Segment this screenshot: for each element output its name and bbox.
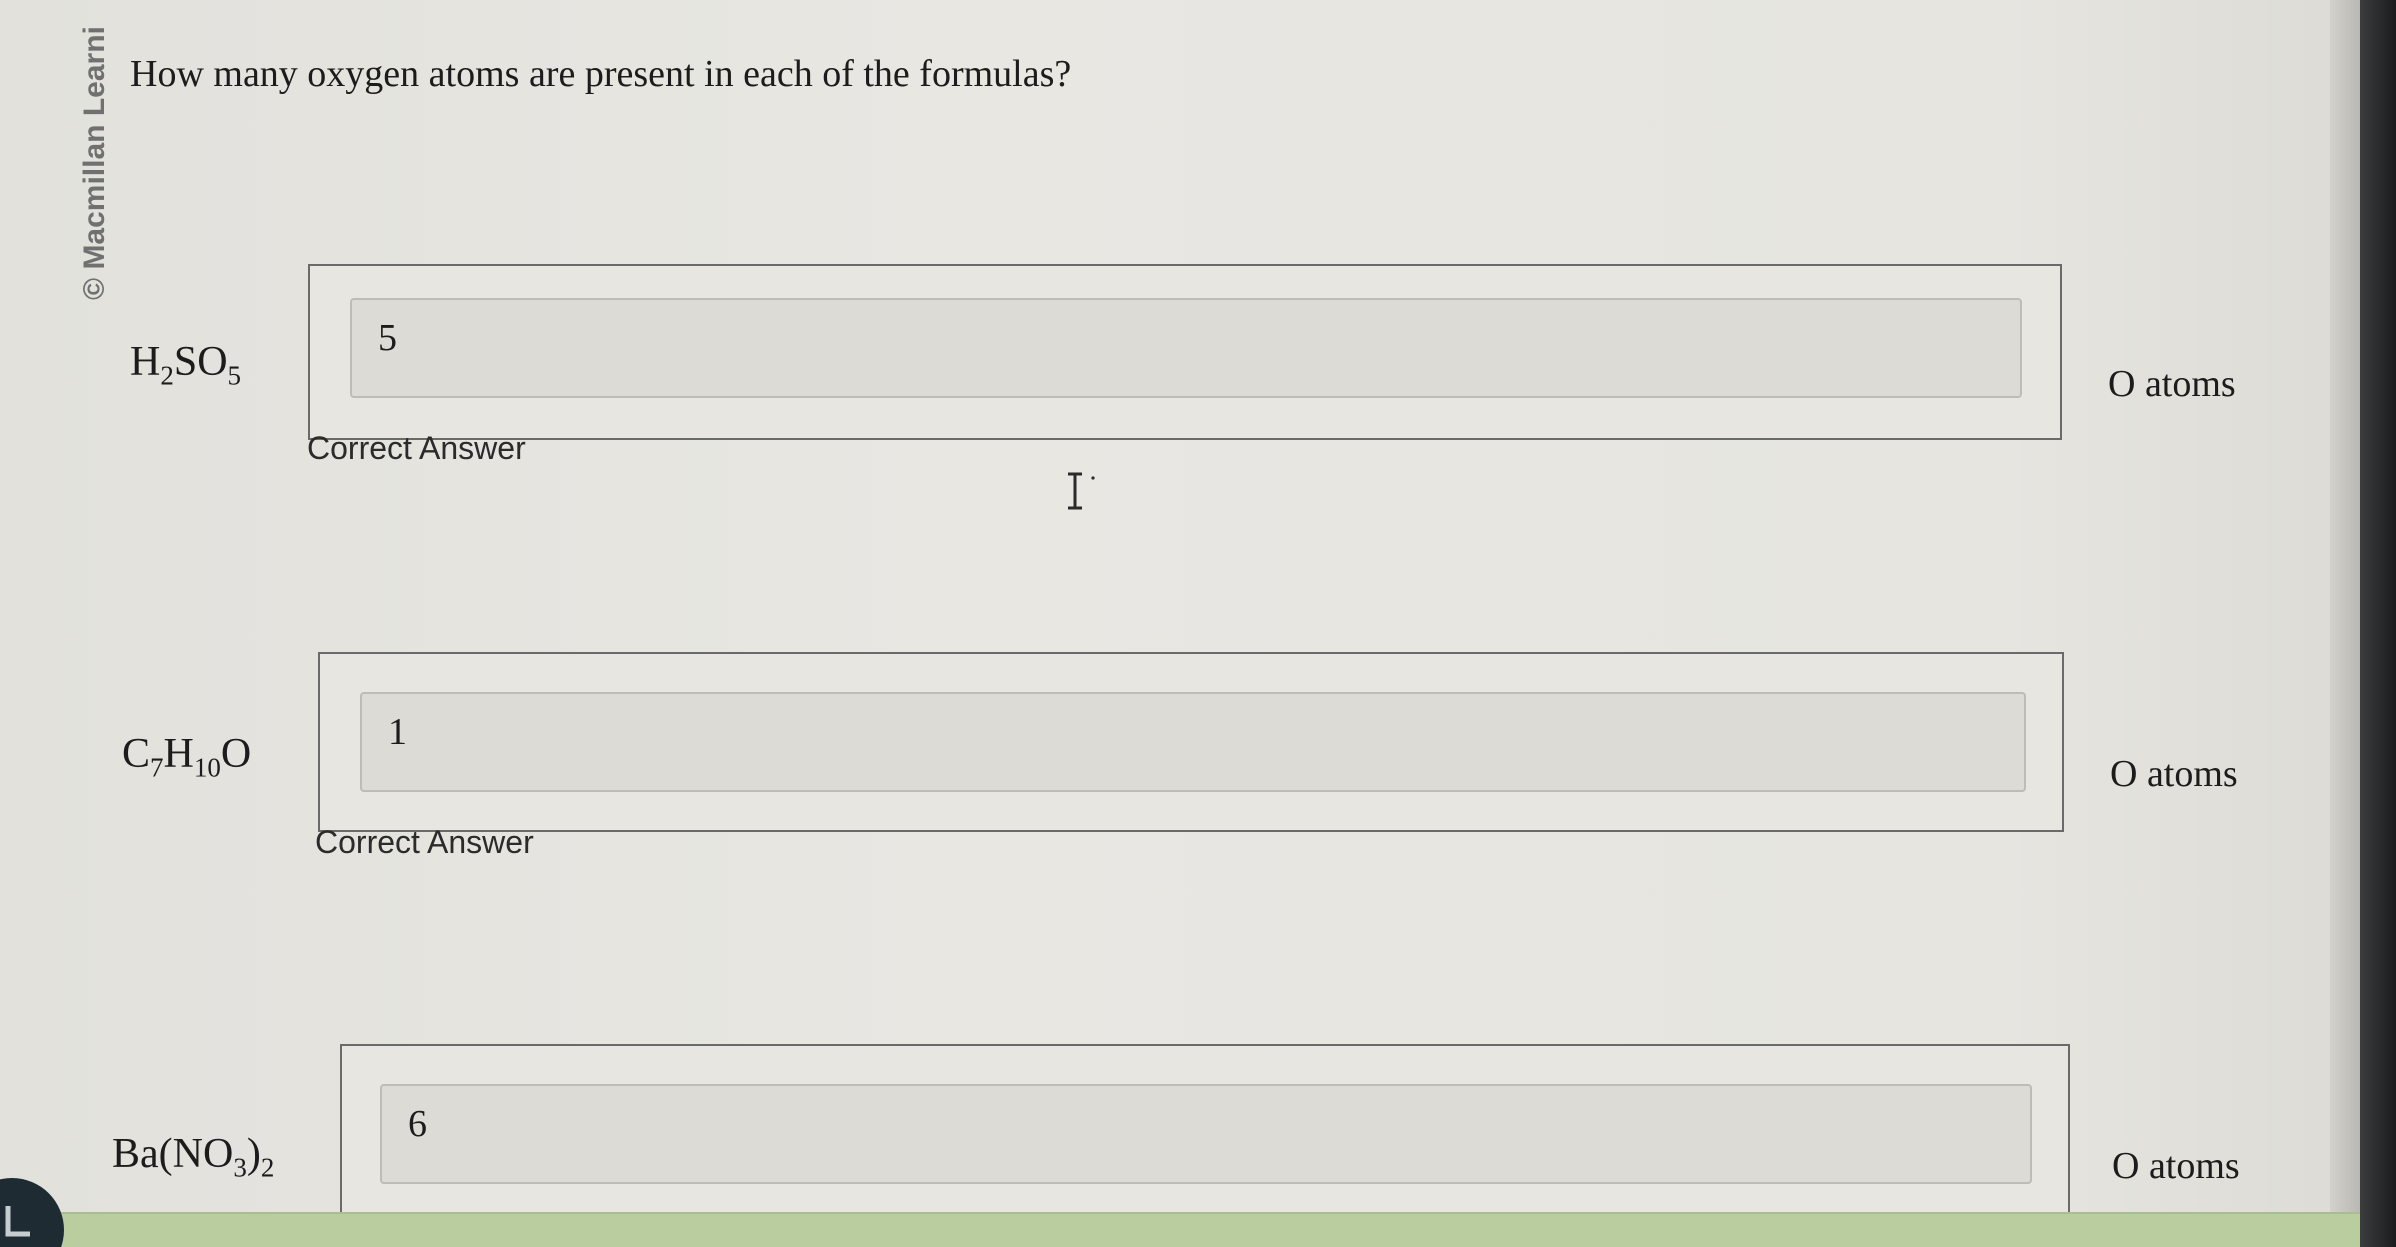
text-cursor-icon <box>1068 472 1095 510</box>
formula-part: 7 <box>150 752 164 783</box>
unit-label-2: O atoms <box>2110 753 2238 795</box>
answer-input-3[interactable]: 6 <box>380 1084 2032 1184</box>
formula-part: O <box>220 731 252 777</box>
answer-status-2: Correct Answer <box>315 824 534 860</box>
answer-value-3: 6 <box>408 1103 427 1145</box>
answer-input-1[interactable]: 5 <box>350 298 2022 398</box>
copyright-notice: © Macmillan Learni <box>78 26 111 300</box>
answer-value-2: 1 <box>388 711 407 753</box>
question-text: How many oxygen atoms are present in eac… <box>130 53 1072 95</box>
unit-label-1: O atoms <box>2108 363 2236 405</box>
answer-input-2[interactable]: 1 <box>360 692 2026 792</box>
formula-part: 10 <box>193 752 221 783</box>
answer-value-1: 5 <box>378 317 397 359</box>
formula-c7h10o: C7H10O <box>122 730 251 783</box>
formula-part: SO <box>173 339 228 385</box>
formula-part: 3 <box>233 1152 247 1183</box>
formula-part: 5 <box>227 360 242 391</box>
unit-label-3: O atoms <box>2112 1145 2240 1187</box>
formula-part: H <box>130 339 161 385</box>
formula-part: H <box>163 731 194 777</box>
formula-part: 2 <box>160 360 174 391</box>
answer-status-1: Correct Answer <box>307 430 526 466</box>
page-edge <box>2330 0 2360 1247</box>
formula-h2so5: H2SO5 <box>130 338 241 391</box>
bottom-status-bar <box>0 1212 2360 1247</box>
formula-ba-no3-2: Ba(NO3)2 <box>112 1130 274 1183</box>
screen-bezel <box>2360 0 2396 1247</box>
formula-part: C <box>122 731 151 777</box>
formula-part: ) <box>246 1131 261 1177</box>
formula-part: 2 <box>260 1152 275 1183</box>
formula-part: Ba(NO <box>112 1131 234 1177</box>
